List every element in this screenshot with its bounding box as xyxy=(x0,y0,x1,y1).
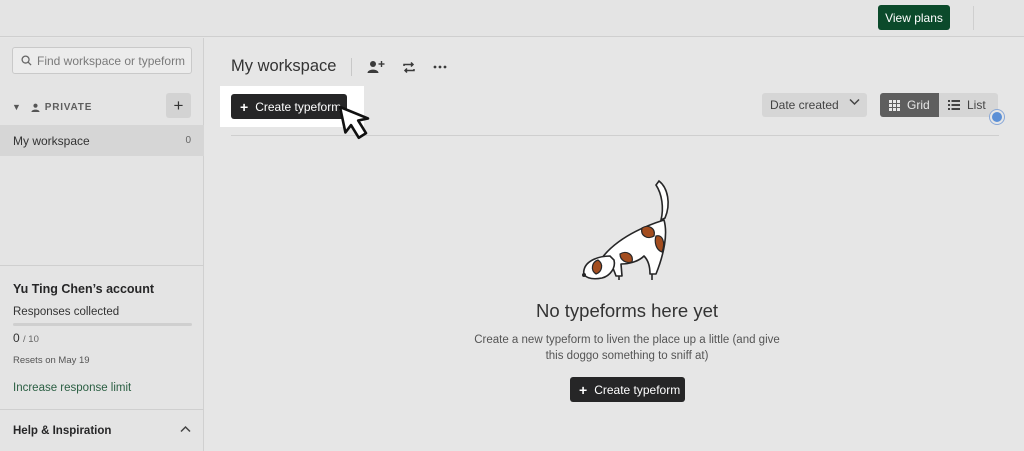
responses-label: Responses collected xyxy=(13,306,120,318)
list-view-button[interactable]: List xyxy=(939,93,998,117)
mouse-pointer-icon xyxy=(338,105,370,140)
create-typeform-button[interactable]: + Create typeform xyxy=(231,94,347,119)
responses-limit: / 10 xyxy=(23,334,39,345)
sniffing-dog-illustration xyxy=(582,179,669,280)
sidebar-divider xyxy=(0,265,204,266)
empty-state-create-label: Create typeform xyxy=(594,382,681,397)
top-bar: View plans xyxy=(0,0,1024,37)
sidebar-divider xyxy=(0,409,204,410)
search-icon xyxy=(21,55,32,66)
private-section-toggle[interactable]: ▼ PRIVATE xyxy=(12,96,192,118)
responses-used: 0 xyxy=(13,331,20,345)
caret-down-icon: ▼ xyxy=(12,102,22,112)
help-hotspot-dot[interactable] xyxy=(990,110,1004,124)
workspace-item-label: My workspace xyxy=(13,133,90,148)
responses-progress-bar xyxy=(13,323,192,326)
private-section-label: PRIVATE xyxy=(44,101,93,113)
list-icon xyxy=(948,100,960,110)
view-plans-button[interactable]: View plans xyxy=(878,5,950,30)
plus-icon: + xyxy=(240,98,249,115)
person-icon xyxy=(31,103,40,112)
title-divider xyxy=(351,58,352,76)
add-member-icon[interactable] xyxy=(366,57,386,77)
chevron-up-icon[interactable] xyxy=(180,424,191,436)
responses-count: 0 / 10 xyxy=(13,331,39,345)
empty-state-title: No typeforms here yet xyxy=(536,300,718,321)
sidebar-item-my-workspace[interactable]: My workspace 0 xyxy=(0,125,204,156)
resets-date: Resets on May 19 xyxy=(13,355,90,366)
empty-state-text: Create a new typeform to liven the place… xyxy=(474,334,780,362)
help-inspiration-toggle[interactable]: Help & Inspiration xyxy=(13,425,111,437)
sort-dropdown[interactable]: Date created xyxy=(762,93,867,117)
chevron-down-icon xyxy=(849,98,860,109)
create-typeform-label: Create typeform xyxy=(255,99,342,114)
grid-view-label: Grid xyxy=(907,98,930,112)
grid-view-button[interactable]: Grid xyxy=(880,93,939,117)
workspace-item-count: 0 xyxy=(185,135,191,146)
search-placeholder: Find workspace or typeform xyxy=(37,53,186,68)
empty-state-create-typeform-button[interactable]: + Create typeform xyxy=(570,377,685,402)
account-name: Yu Ting Chen’s account xyxy=(13,282,154,296)
sync-icon[interactable] xyxy=(399,57,419,77)
workspace-search-input[interactable]: Find workspace or typeform xyxy=(12,47,192,74)
page-title: My workspace xyxy=(231,57,337,75)
add-workspace-button[interactable]: + xyxy=(166,93,191,118)
list-view-label: List xyxy=(967,98,986,112)
view-toggle: Grid List xyxy=(880,93,998,117)
grid-icon xyxy=(889,99,900,111)
more-options-icon[interactable] xyxy=(430,57,450,77)
topbar-divider xyxy=(973,6,974,30)
plus-icon: + xyxy=(579,381,588,398)
sidebar: Find workspace or typeform ▼ PRIVATE + M… xyxy=(0,38,204,451)
sort-label: Date created xyxy=(770,98,839,112)
increase-response-limit-link[interactable]: Increase response limit xyxy=(13,382,131,394)
